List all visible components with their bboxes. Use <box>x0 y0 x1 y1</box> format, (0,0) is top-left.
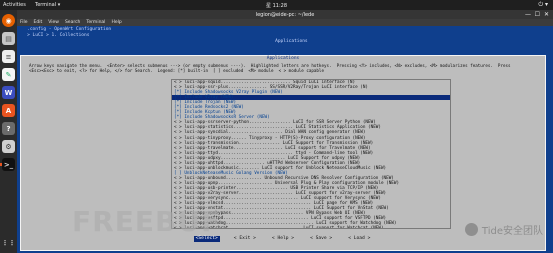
files-icon[interactable]: ▤ <box>2 32 15 45</box>
system-tray[interactable]: ⏻ ▾ <box>538 1 548 9</box>
firefox-icon[interactable]: ◉ <box>2 14 15 27</box>
freebuf-watermark: FREEBUF <box>72 205 222 238</box>
text-editor-icon[interactable]: ✎ <box>2 68 15 81</box>
dialog-title: Applications <box>266 56 300 61</box>
brand-text: Tide安全团队 <box>481 226 543 237</box>
close-icon[interactable]: ✕ <box>544 11 549 18</box>
window-title: legion@eide-pc: ~/lede <box>255 12 315 18</box>
terminal-menubar: File Edit View Search Terminal Help <box>17 19 553 26</box>
help-icon[interactable]: ? <box>2 122 15 135</box>
clock[interactable]: 星 11:28 <box>266 2 287 9</box>
minimize-icon[interactable]: — <box>525 11 531 18</box>
dock: ◉ ▤ ≡ ✎ W A ? ⚙ >_ ⋮⋮ <box>0 10 17 253</box>
menu-terminal[interactable]: Terminal <box>86 20 105 25</box>
terminal-icon[interactable]: >_ <box>0 158 15 171</box>
activities-button[interactable]: Activities <box>3 2 26 8</box>
menu-view[interactable]: View <box>48 20 59 25</box>
show-apps-icon[interactable]: ⋮⋮ <box>2 236 16 249</box>
help-line: <Esc><Esc> to exit, <?> for Help, </> fo… <box>29 68 324 74</box>
dialog-button-1[interactable]: < Exit > <box>232 236 258 242</box>
menu-search[interactable]: Search <box>65 20 80 25</box>
brand-logo: Tide安全团队 <box>464 222 543 237</box>
window-titlebar: legion@eide-pc: ~/lede — ☐ ✕ <box>17 10 553 19</box>
maximize-icon[interactable]: ☐ <box>535 11 540 18</box>
gnome-top-bar: Activities Terminal ▾ 星 11:28 ⏻ ▾ <box>0 0 553 10</box>
config-breadcrumb: > LuCI > 1. Collections <box>19 33 90 38</box>
dialog-button-4[interactable]: < Load > <box>346 236 372 242</box>
app-menu[interactable]: Terminal ▾ <box>35 2 60 8</box>
menu-heading: Applications <box>267 39 308 44</box>
dialog-button-3[interactable]: < Save > <box>308 236 334 242</box>
dialog-button-2[interactable]: < Help > <box>270 236 296 242</box>
settings-icon[interactable]: ⚙ <box>2 140 15 153</box>
help-text: Arrow keys navigate the menu. <Enter> se… <box>29 63 539 74</box>
menu-file[interactable]: File <box>20 20 28 25</box>
wechat-icon <box>464 223 478 236</box>
writer-icon[interactable]: W <box>2 86 15 99</box>
software-center-icon[interactable]: A <box>2 104 15 117</box>
config-header: .config - OpenWrt Configuration <box>19 27 112 32</box>
menu-help[interactable]: Help <box>111 20 121 25</box>
document-icon[interactable]: ≡ <box>2 50 15 63</box>
menu-edit[interactable]: Edit <box>34 20 43 25</box>
